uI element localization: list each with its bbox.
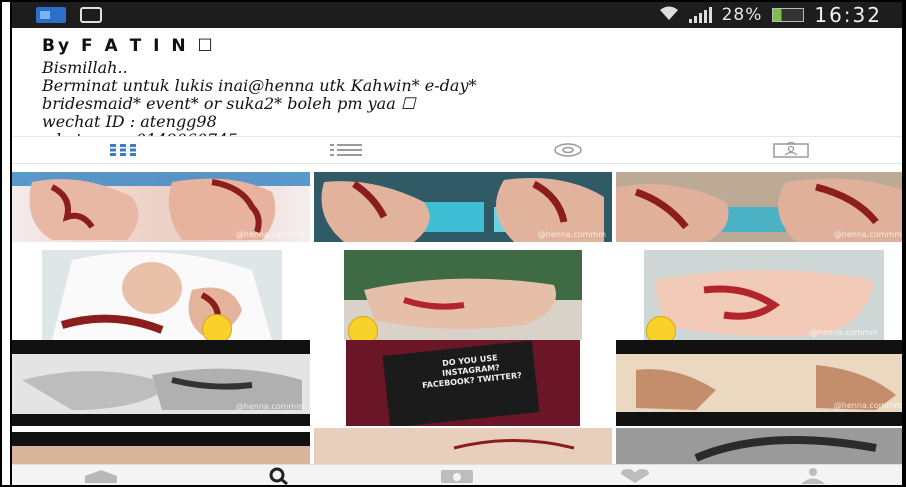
grid-view-icon: [110, 144, 137, 156]
watermark: @henna.commm: [833, 230, 902, 239]
henna-partial-photo: [616, 428, 902, 464]
status-bar: 28% 16:32: [12, 2, 902, 28]
bride-henna-photo: [42, 250, 282, 340]
nav-activity[interactable]: [546, 465, 724, 485]
notification-app-icon: [36, 7, 66, 23]
nav-home[interactable]: [12, 465, 190, 485]
notification-briefcase-icon: [80, 7, 102, 23]
window-edge: [2, 2, 12, 485]
tab-grid-view[interactable]: [12, 137, 235, 163]
heart-icon: [618, 468, 652, 485]
home-icon: [81, 468, 121, 485]
watermark: @henna.commm: [537, 230, 606, 239]
clock: 16:32: [814, 3, 882, 27]
photo-tile[interactable]: [42, 250, 282, 340]
battery-percent: 28%: [721, 5, 763, 25]
photo-tile[interactable]: @henna.commm: [644, 250, 884, 340]
nav-profile[interactable]: [724, 465, 902, 486]
watermark: @henna.commm: [235, 402, 304, 411]
photo-tile[interactable]: @henna.commm: [616, 340, 902, 426]
bio-line: Bismillah..: [42, 58, 128, 77]
signal-icon: [688, 7, 712, 23]
bio-line: Berminat untuk lukis inai@henna utk Kahw…: [42, 76, 477, 95]
bio-line: wechat ID : atengg98: [42, 112, 217, 131]
photo-tile[interactable]: @henna.commm: [12, 172, 310, 242]
photo-tile[interactable]: @henna.commm: [314, 172, 612, 242]
bio-line: bridesmaid* event* or suka2* boleh pm ya…: [42, 94, 416, 113]
photo-grid: @henna.commm @henna.commm @henna.commm @…: [12, 172, 902, 464]
henna-feet-photo: [616, 340, 902, 426]
emoji-sticker: [646, 316, 676, 340]
battery-icon: [772, 8, 805, 22]
photo-tile[interactable]: [12, 432, 310, 464]
nav-search[interactable]: [190, 465, 368, 486]
bottom-navigation: [12, 464, 902, 486]
profile-bio: By F A T I N ☐ Bismillah.. Berminat untu…: [42, 36, 882, 149]
location-icon: [553, 143, 583, 157]
photo-tile[interactable]: DO YOU USE INSTAGRAM? FACEBOOK? TWITTER?: [346, 340, 580, 426]
photo-tile[interactable]: @henna.commm: [12, 340, 310, 426]
watermark: @henna.commm: [809, 328, 878, 337]
profile-view-tabs: [12, 136, 902, 164]
henna-partial-photo: [314, 428, 612, 464]
watermark: @henna.commm: [235, 230, 304, 239]
phone-screen: 28% 16:32 By F A T I N ☐ Bismillah.. Ber…: [0, 0, 906, 487]
photo-tile[interactable]: [344, 250, 582, 340]
photo-tile[interactable]: [314, 428, 612, 464]
emoji-sticker: [348, 316, 378, 340]
henna-hand-photo: [344, 250, 582, 340]
tab-list-view[interactable]: [235, 137, 458, 163]
watermark: @henna.commm: [833, 401, 902, 410]
tab-location[interactable]: [457, 137, 680, 163]
photo-tile[interactable]: @henna.commm: [616, 172, 902, 242]
wifi-icon: [659, 5, 679, 25]
photo-tile[interactable]: [616, 428, 902, 464]
emoji-sticker: [202, 314, 232, 340]
profile-icon: [798, 467, 828, 486]
tab-tagged-photos[interactable]: [680, 137, 903, 163]
henna-palm-photo: [644, 250, 884, 340]
search-icon: [268, 467, 290, 486]
camera-icon: [440, 468, 474, 486]
list-view-icon: [329, 144, 362, 156]
henna-partial-photo: [12, 432, 310, 464]
tagged-photos-icon: [773, 142, 809, 158]
henna-bw-photo: [12, 340, 310, 426]
nav-camera[interactable]: [368, 465, 546, 486]
profile-name: By F A T I N ☐: [42, 36, 216, 56]
